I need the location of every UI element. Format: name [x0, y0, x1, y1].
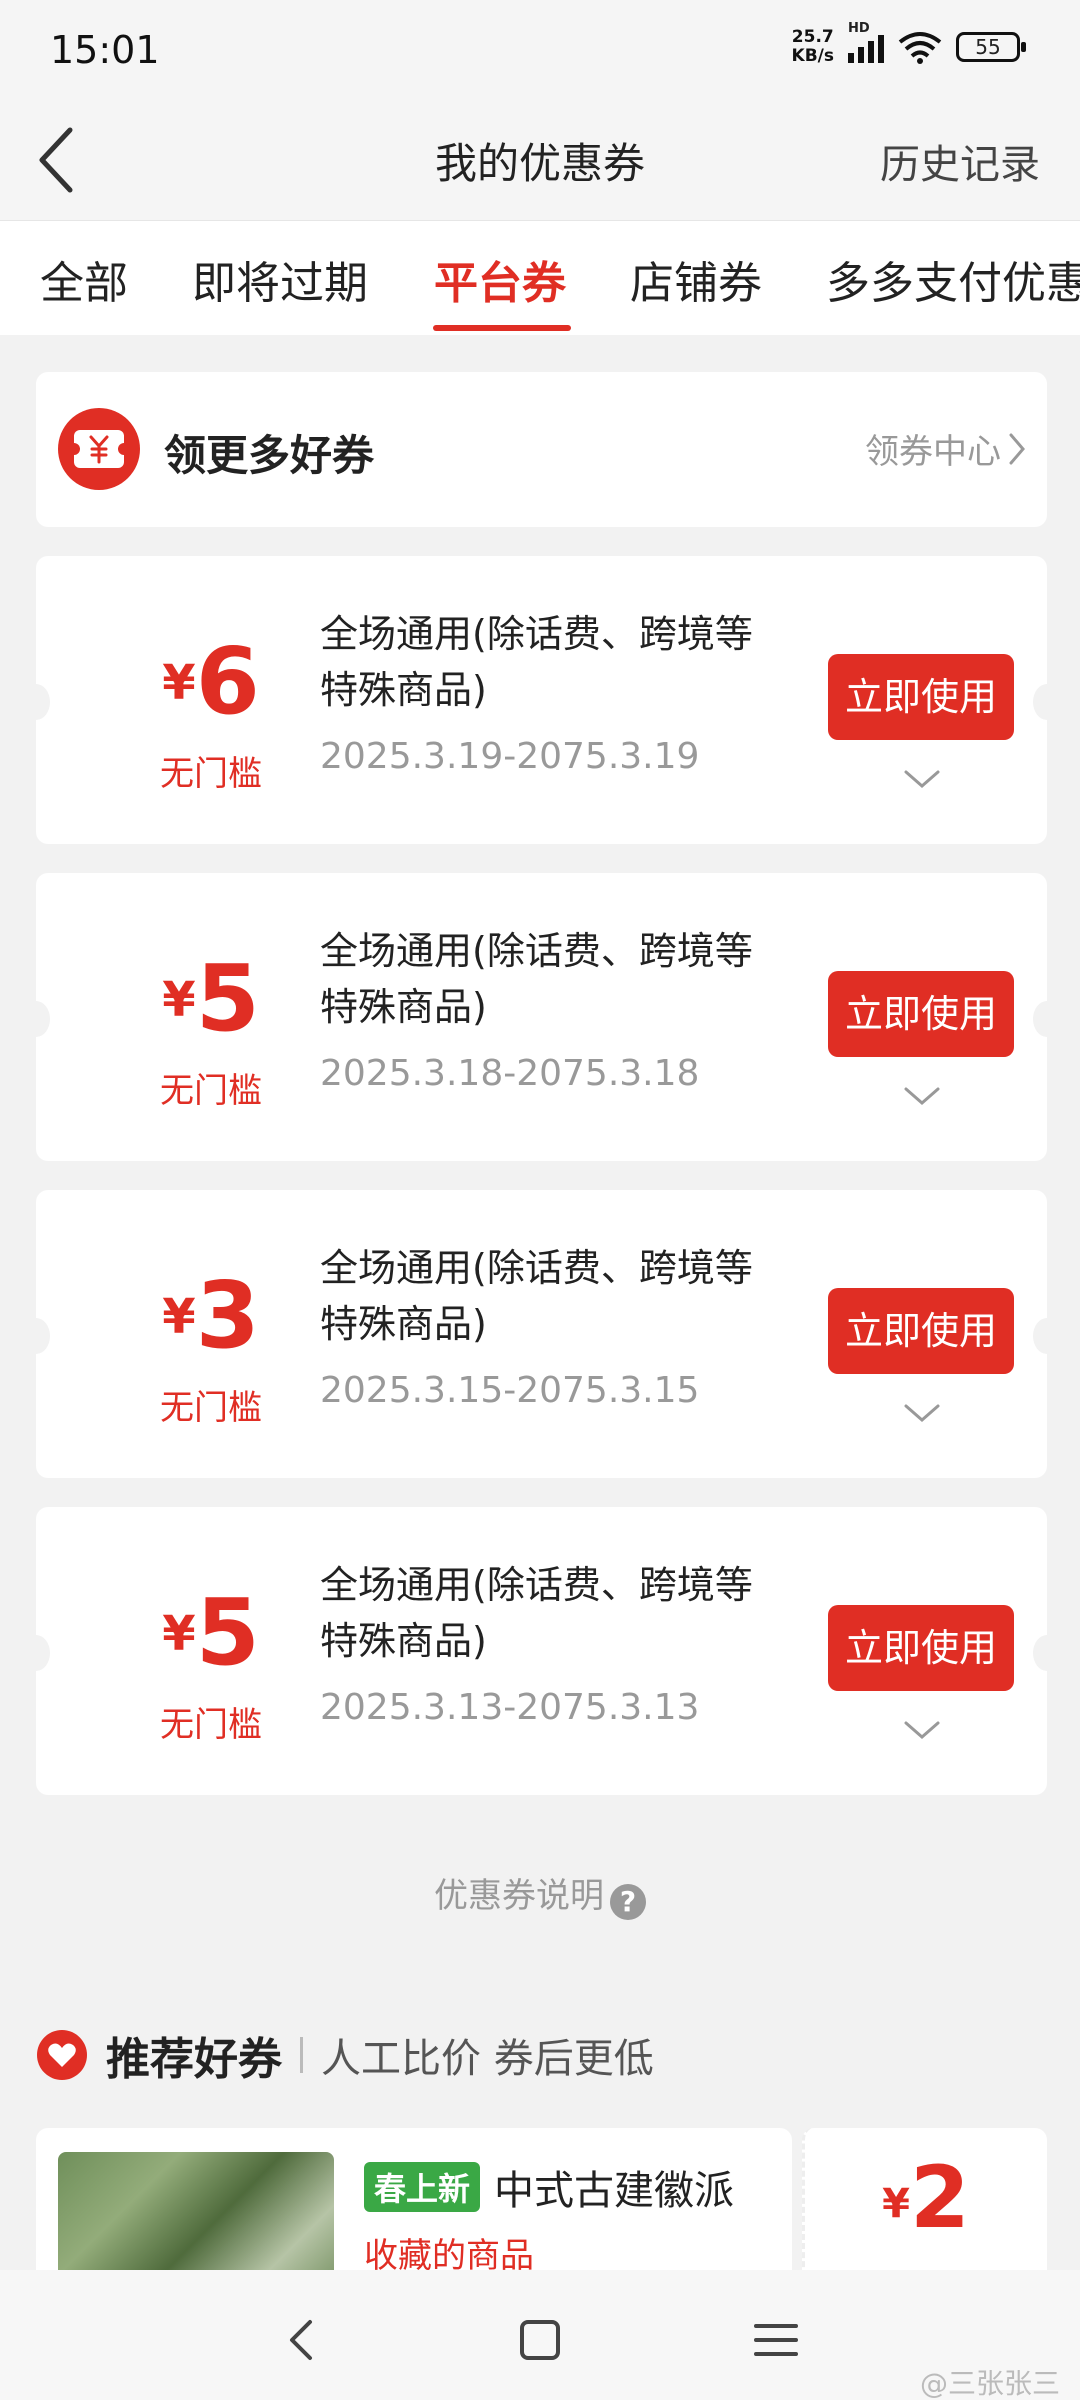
- coupon-description: 全场通用(除话费、跨境等特殊商品): [320, 929, 753, 1029]
- coupon-amount: ¥6: [162, 628, 260, 735]
- tab-expiring[interactable]: 即将过期: [192, 247, 368, 311]
- use-now-button[interactable]: 立即使用: [828, 1288, 1014, 1374]
- coupon-threshold: 无门槛: [160, 1071, 262, 1111]
- coupon-ticket-icon: [58, 408, 140, 490]
- coupon-card: ¥6 无门槛 全场通用(除话费、跨境等特殊商品) 2025.3.19-2075.…: [22, 556, 1061, 844]
- chevron-down-icon[interactable]: [902, 764, 942, 794]
- chevron-down-icon[interactable]: [902, 1398, 942, 1428]
- net-speed-unit: KB/s: [791, 46, 834, 66]
- history-link[interactable]: 历史记录: [880, 132, 1040, 190]
- signal-icon: HD: [848, 21, 884, 63]
- system-nav-bar: [0, 2270, 1080, 2400]
- coupon-description: 全场通用(除话费、跨境等特殊商品): [320, 1563, 753, 1663]
- net-speed: 25.7 KB/s: [792, 28, 834, 66]
- coupon-card: ¥5 无门槛 全场通用(除话费、跨境等特殊商品) 2025.3.13-2075.…: [22, 1507, 1061, 1795]
- tab-duoduo-pay[interactable]: 多多支付优惠: [826, 247, 1080, 311]
- nav-home-icon[interactable]: [510, 2310, 570, 2370]
- recommend-coupon-amount: ¥2: [802, 2128, 1047, 2288]
- coupon-card: ¥5 无门槛 全场通用(除话费、跨境等特殊商品) 2025.3.18-2075.…: [22, 873, 1061, 1161]
- nav-back-icon[interactable]: [272, 2310, 332, 2370]
- coupon-threshold: 无门槛: [160, 1388, 262, 1428]
- divider: [300, 2037, 303, 2073]
- tab-store[interactable]: 店铺券: [630, 247, 762, 311]
- recommend-item-card[interactable]: 春上新 中式古建徽派 收藏的商品 ¥2: [36, 2128, 1047, 2288]
- status-time: 15:01: [50, 28, 160, 72]
- coupon-amount: ¥5: [162, 945, 260, 1052]
- coupon-description: 全场通用(除话费、跨境等特殊商品): [320, 1246, 753, 1346]
- coupon-description: 全场通用(除话费、跨境等特殊商品): [320, 612, 753, 712]
- recommend-item-info: 春上新 中式古建徽派 收藏的商品: [36, 2128, 792, 2288]
- question-icon: ?: [610, 1884, 646, 1920]
- product-image: [58, 2152, 334, 2288]
- more-coupons-label: 领更多好券: [164, 431, 375, 480]
- active-tab-indicator: [433, 325, 571, 331]
- recommend-header: 推荐好券 人工比价 券后更低: [36, 2020, 654, 2090]
- chevron-down-icon[interactable]: [902, 1715, 942, 1745]
- status-icons: 25.7 KB/s HD 55: [792, 21, 1026, 66]
- network-label: HD: [848, 21, 870, 36]
- status-bar: 15:01 25.7 KB/s HD 55: [0, 0, 1080, 100]
- coupon-validity: 2025.3.13-2075.3.13: [320, 1687, 700, 1728]
- coupon-tabs: 全部 即将过期 平台券 店铺券 多多支付优惠: [0, 220, 1080, 335]
- net-speed-value: 25.7: [791, 27, 834, 47]
- new-arrival-badge: 春上新: [364, 2162, 481, 2212]
- coupon-validity: 2025.3.19-2075.3.19: [320, 736, 700, 777]
- recommend-title: 推荐好券: [106, 2034, 282, 2085]
- coupon-explain-link[interactable]: 优惠券说明?: [0, 1868, 1080, 1920]
- battery-icon: 55: [956, 32, 1026, 62]
- coupon-validity: 2025.3.18-2075.3.18: [320, 1053, 700, 1094]
- coupon-validity: 2025.3.15-2075.3.15: [320, 1370, 700, 1411]
- wifi-icon: [898, 32, 942, 64]
- recommend-subtitle: 人工比价 券后更低: [321, 2036, 654, 2082]
- coupon-card: ¥3 无门槛 全场通用(除话费、跨境等特殊商品) 2025.3.15-2075.…: [22, 1190, 1061, 1478]
- tab-platform[interactable]: 平台券: [434, 247, 566, 311]
- coupon-center-label: 领券中心: [865, 432, 1001, 472]
- chevron-right-icon: [1009, 433, 1025, 464]
- more-coupons-card[interactable]: 领更多好券 领券中心: [36, 372, 1047, 527]
- coupon-amount: ¥3: [162, 1262, 260, 1369]
- nav-menu-icon[interactable]: [746, 2310, 806, 2370]
- use-now-button[interactable]: 立即使用: [828, 1605, 1014, 1691]
- coupon-explain-label: 优惠券说明: [434, 1876, 604, 1916]
- coupon-amount: ¥5: [162, 1579, 260, 1686]
- product-name: 中式古建徽派: [494, 2168, 734, 2214]
- use-now-button[interactable]: 立即使用: [828, 971, 1014, 1057]
- use-now-button[interactable]: 立即使用: [828, 654, 1014, 740]
- heart-badge-icon: [37, 2030, 87, 2080]
- watermark: @三张张三: [919, 2367, 1060, 2400]
- chevron-down-icon[interactable]: [902, 1081, 942, 1111]
- coupon-center-link[interactable]: 领券中心: [865, 424, 1027, 473]
- coupon-threshold: 无门槛: [160, 754, 262, 794]
- tab-all[interactable]: 全部: [40, 247, 128, 311]
- title-bar: 我的优惠券 历史记录: [0, 100, 1080, 220]
- coupon-threshold: 无门槛: [160, 1705, 262, 1745]
